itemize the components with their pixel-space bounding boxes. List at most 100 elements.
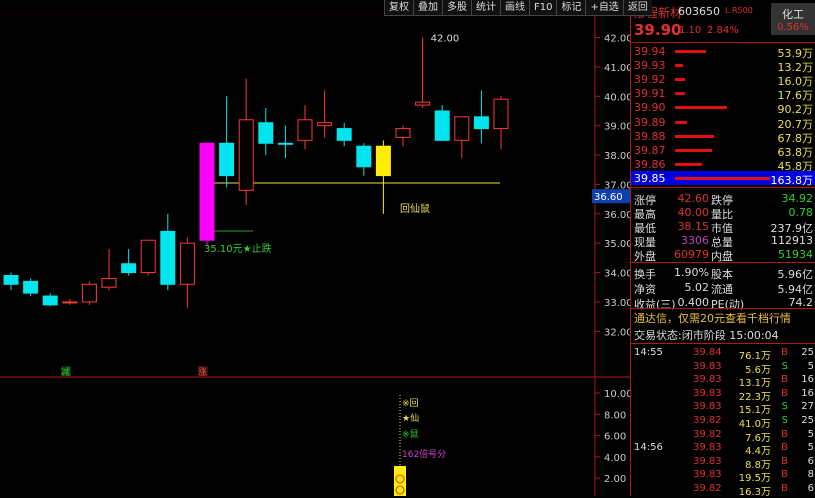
tick-price: 39.83 [693, 360, 722, 372]
ind-label-1: ※回 [402, 398, 419, 409]
bid-row-4[interactable]: 39.85 163.8万 [631, 171, 815, 187]
y-tick-label: 33.00 [604, 298, 630, 309]
tick-row: 39.82 41.0万 S 25 [631, 414, 815, 430]
ob-price: 39.89 [634, 116, 666, 129]
chart-toolbar: 复权 叠加 多股 统计 画线 F10 标记 +自选 返回 [384, 0, 652, 16]
candle-body [454, 116, 470, 141]
ind-label-2: ★仙 [402, 412, 419, 424]
toolbar-button-1[interactable]: 叠加 [413, 0, 442, 16]
tick-count: 5 [807, 360, 814, 372]
stat-value: 51934 [778, 248, 813, 261]
bid-row-0[interactable]: 39.89 20.7万 [631, 115, 815, 131]
toolbar-button-5[interactable]: F10 [529, 0, 557, 16]
divider [631, 262, 815, 263]
ob-price: 39.85 [634, 172, 666, 185]
toolbar-button-4[interactable]: 画线 [500, 0, 529, 16]
ind-label-4: 162倍号分 [402, 448, 446, 460]
ask-row-4[interactable]: 39.90 90.2万 [631, 100, 815, 116]
toolbar-button-8[interactable]: 返回 [622, 0, 652, 16]
bid-row-1[interactable]: 39.88 67.8万 [631, 129, 815, 145]
ob-volume-bar [675, 149, 713, 152]
toolbar-button-0[interactable]: 复权 [384, 0, 413, 16]
ob-price: 39.94 [634, 45, 666, 58]
tick-row: 14:55 39.84 76.1万 B 25 [631, 346, 815, 362]
stat-row: 现量 3306 总量 112913 [631, 233, 815, 249]
stat-row: 最高 40.00 量比 0.78 [631, 205, 815, 221]
tick-side: B [781, 374, 788, 386]
y-tick-label: 40.00 [604, 92, 630, 103]
ind-tick-label: 10.00 [604, 389, 630, 400]
tick-row: 39.83 15.1万 S 27 [631, 400, 815, 416]
candle-body [238, 119, 254, 191]
ind-tick-label: 8.00 [604, 410, 626, 421]
last-price: 39.90 [634, 21, 682, 39]
trading-state: 交易状态:闭市阶段 15:00:04 [634, 327, 779, 343]
tick-time: 14:56 [634, 442, 663, 454]
candle-body [395, 128, 411, 138]
stat-value: 112913 [771, 234, 813, 247]
bid-row-3[interactable]: 39.86 45.8万 [631, 157, 815, 173]
ob-volume-bar [675, 64, 683, 67]
ob-price: 39.90 [634, 101, 666, 114]
stat-row: 换手 1.90% 股本 5.96亿 [631, 265, 815, 281]
ob-price: 39.87 [634, 144, 666, 157]
ask-row-3[interactable]: 39.91 17.6万 [631, 86, 815, 102]
upgrade-notice[interactable]: 通达信，仅需20元查看千档行情 [634, 310, 791, 326]
candle-body [415, 101, 431, 106]
candle-body [140, 239, 156, 274]
tick-row: 39.83 19.5万 B 8 [631, 468, 815, 484]
stop-annotation: 35.10元★止跌 [204, 242, 272, 255]
price-row: 39.90 1.10 2.84% [631, 21, 771, 39]
stock-flag: L R500 [725, 6, 753, 15]
trading-state-label: 交易状态: [634, 329, 682, 342]
ob-price: 39.86 [634, 158, 666, 171]
stat-row: 涨停 42.60 跌停 34.92 [631, 191, 815, 207]
ob-price: 39.88 [634, 130, 666, 143]
ob-volume: 163.8万 [770, 174, 814, 187]
price-change: 1.10 [679, 25, 702, 36]
tick-side: B [781, 428, 788, 440]
bid-row-2[interactable]: 39.87 63.8万 [631, 143, 815, 159]
tick-row: 39.83 8.8万 B 6 [631, 455, 815, 471]
divider [631, 187, 815, 188]
candle-body [356, 145, 372, 168]
y-tick-label: 36.00 [604, 210, 630, 221]
candle-body [493, 98, 509, 130]
toolbar-button-7[interactable]: +自选 [585, 0, 623, 16]
toolbar-button-2[interactable]: 多股 [442, 0, 471, 16]
toolbar-button-6[interactable]: 标记 [556, 0, 586, 16]
ask-row-2[interactable]: 39.92 16.0万 [631, 72, 815, 88]
ask-row-1[interactable]: 39.93 13.2万 [631, 58, 815, 74]
candle-body [179, 242, 195, 285]
tick-side: B [781, 469, 788, 481]
candle-body [81, 283, 97, 303]
tick-side: B [781, 455, 788, 467]
stat-value: 60979 [674, 248, 709, 261]
candle-body [62, 301, 78, 304]
stat-row: 外盘 60979 内盘 51934 [631, 247, 815, 263]
candle-body [336, 128, 352, 141]
y-tick-label: 41.00 [604, 63, 630, 74]
y-tick-label: 34.00 [604, 269, 630, 280]
ind-tick-label: 2.00 [604, 474, 626, 485]
stat-value: 40.00 [677, 206, 710, 219]
tick-count: 5 [807, 442, 814, 454]
kline-chart[interactable]: 42.0041.0040.0039.0038.0037.0036.0035.00… [0, 0, 630, 496]
ob-price: 39.92 [634, 73, 666, 86]
sector-button[interactable]: 化工 0.56% [771, 3, 815, 35]
stat-value: 1.90% [674, 266, 709, 279]
tick-count: 25 [801, 347, 814, 358]
ob-volume-bar [675, 135, 714, 138]
ask-row-0[interactable]: 39.94 53.9万 [631, 44, 815, 60]
ob-volume-bar [675, 106, 728, 109]
toolbar-button-3[interactable]: 统计 [471, 0, 500, 16]
price-change-pct: 2.84% [707, 25, 739, 36]
divider [631, 42, 815, 43]
stat-value: 34.92 [781, 192, 814, 205]
stock-code: 603650 [678, 5, 720, 18]
tick-row: 39.82 16.3万 B 6 [631, 482, 815, 498]
tick-side: S [781, 415, 788, 426]
tick-count: 16 [801, 387, 814, 399]
tick-price: 39.83 [693, 442, 722, 454]
tick-row: 14:56 39.83 4.4万 B 5 [631, 441, 815, 457]
